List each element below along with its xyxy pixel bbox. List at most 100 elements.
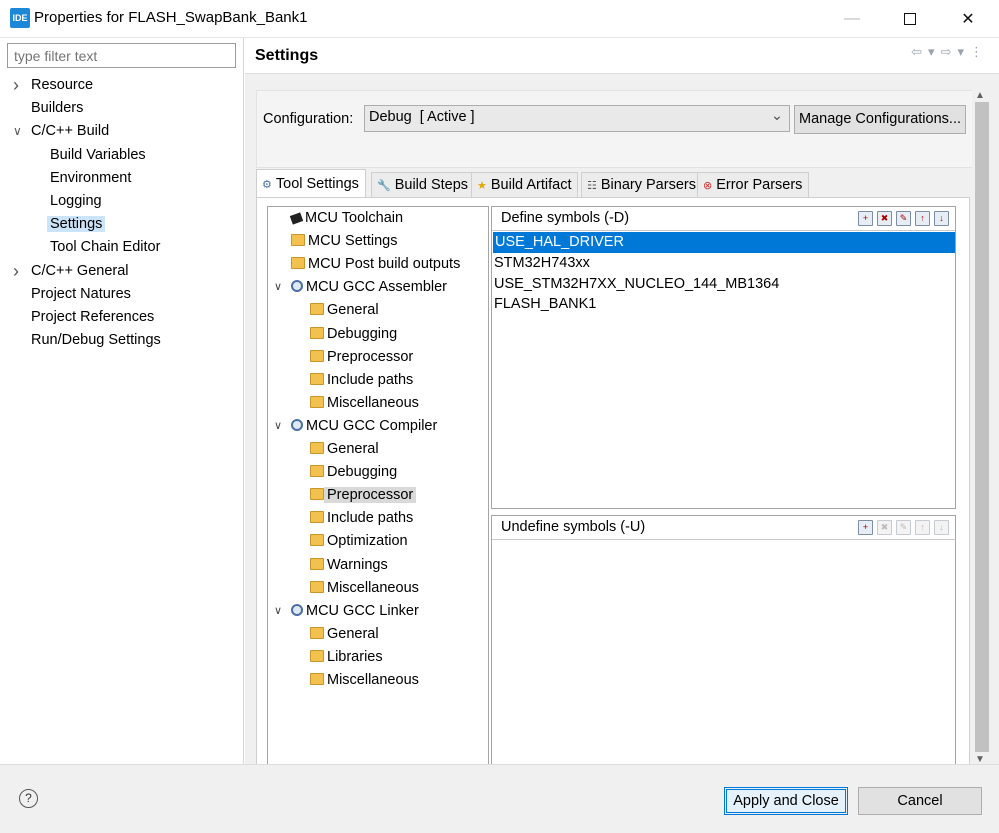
close-button[interactable]: ✕: [945, 4, 991, 34]
nav-item-project-natures[interactable]: Project Natures: [31, 283, 131, 305]
configuration-bar: Configuration: Debug [ Active ] ⌄ Manage…: [256, 90, 974, 168]
folder-icon: [310, 372, 324, 385]
tree-item[interactable]: Miscellaneous: [310, 392, 419, 414]
list-item[interactable]: STM32H743xx: [492, 253, 955, 274]
tab-binary-parsers[interactable]: ☷ Binary Parsers: [581, 172, 703, 198]
nav-item-tool-chain-editor[interactable]: Tool Chain Editor: [50, 236, 160, 258]
delete-icon: ✖: [877, 520, 892, 535]
forward-menu-icon[interactable]: ▾: [957, 44, 970, 59]
configuration-value: Debug [ Active ]: [369, 109, 475, 125]
folder-icon: [310, 580, 324, 593]
tree-item[interactable]: ∨ MCU GCC Linker: [274, 600, 419, 622]
tree-item[interactable]: MCU Settings: [291, 230, 397, 252]
tree-item[interactable]: Preprocessor: [310, 346, 413, 368]
maximize-button[interactable]: [887, 4, 933, 34]
nav-item-c-c-general[interactable]: › C/C++ General: [13, 260, 129, 282]
nav-item-label: C/C++ General: [31, 262, 129, 279]
nav-item-run-debug-settings[interactable]: Run/Debug Settings: [31, 329, 161, 351]
nav-item-project-references[interactable]: Project References: [31, 306, 154, 328]
tree-item-label: Miscellaneous: [327, 394, 419, 411]
tab-build-steps[interactable]: 🔧 Build Steps: [371, 172, 476, 198]
nav-item-environment[interactable]: Environment: [50, 167, 131, 189]
tree-item[interactable]: Libraries: [310, 646, 383, 668]
tree-item[interactable]: ∨ MCU GCC Compiler: [274, 415, 438, 437]
chevron-down-icon[interactable]: ∨: [274, 276, 286, 298]
gear-icon: [291, 418, 303, 431]
tree-item[interactable]: Include paths: [310, 507, 413, 529]
folder-icon: [291, 234, 305, 247]
settings-header: Settings ⇦▾⇨▾⋮: [245, 38, 999, 74]
left-nav-pane: › Resource Builders ∨ C/C++ Build Build Varia…: [0, 38, 244, 764]
tab-error-parsers[interactable]: ⊗ Error Parsers: [697, 172, 810, 198]
edit-icon: ✎: [896, 520, 911, 535]
tree-item[interactable]: Include paths: [310, 369, 413, 391]
folder-icon: [310, 673, 324, 685]
list-item[interactable]: USE_HAL_DRIVER: [493, 232, 955, 253]
nav-item-label: Logging: [50, 193, 102, 209]
chevron-down-icon[interactable]: ∨: [274, 600, 286, 622]
filter-input[interactable]: [7, 43, 236, 68]
tab-label: Binary Parsers: [600, 177, 696, 193]
tree-item[interactable]: Preprocessor: [310, 484, 417, 506]
window-title: Properties for FLASH_SwapBank_Bank1: [34, 9, 308, 26]
list-item[interactable]: USE_STM32H7XX_NUCLEO_144_MB1364: [492, 274, 955, 295]
tree-item-label: Preprocessor: [327, 348, 414, 365]
settings-pane: Settings ⇦▾⇨▾⋮ Configuration: Debug [ Ac…: [245, 38, 999, 766]
nav-item-label: Builders: [31, 100, 84, 117]
tree-item[interactable]: General: [310, 623, 379, 645]
scroll-up-icon[interactable]: ▲: [975, 90, 985, 101]
apply-and-close-button[interactable]: Apply and Close: [724, 787, 848, 815]
nav-item-resource[interactable]: › Resource: [13, 74, 93, 96]
back-icon[interactable]: ⇦: [911, 44, 928, 59]
move-up-icon[interactable]: ↑: [915, 211, 930, 226]
tree-item[interactable]: Miscellaneous: [310, 577, 419, 599]
tree-item[interactable]: Optimization: [310, 530, 408, 552]
chevron-right-icon[interactable]: ›: [13, 74, 25, 96]
tree-item-label: MCU GCC Linker: [306, 602, 419, 619]
nav-item-settings[interactable]: Settings: [47, 213, 106, 235]
nav-item-logging[interactable]: Logging: [50, 190, 102, 212]
chevron-down-icon[interactable]: ∨: [274, 415, 286, 437]
configuration-select[interactable]: Debug [ Active ] ⌄: [364, 105, 790, 132]
delete-icon[interactable]: ✖: [877, 211, 892, 226]
folder-icon: [310, 303, 324, 316]
tree-item[interactable]: General: [310, 438, 379, 460]
tree-item-label: Optimization: [327, 533, 408, 550]
help-icon[interactable]: ?: [19, 789, 38, 808]
chevron-right-icon[interactable]: ›: [13, 260, 25, 282]
tab-tool-settings[interactable]: ⚙ Tool Settings: [256, 169, 366, 198]
app-icon: IDE: [10, 8, 30, 28]
manage-configurations-button[interactable]: Manage Configurations...: [794, 105, 966, 134]
vertical-scrollbar[interactable]: ▲ ▼: [972, 88, 992, 765]
more-icon[interactable]: ⋮: [970, 44, 989, 59]
add-icon[interactable]: +: [858, 520, 873, 535]
tree-item[interactable]: MCU Post build outputs: [291, 253, 460, 275]
add-icon[interactable]: +: [858, 211, 873, 226]
tab-build-artifact[interactable]: ★ Build Artifact: [471, 172, 579, 198]
tab-label: Build Artifact: [490, 177, 572, 193]
back-menu-icon[interactable]: ▾: [928, 44, 941, 59]
tree-item[interactable]: General: [310, 299, 379, 321]
nav-item-build-variables[interactable]: Build Variables: [50, 144, 146, 166]
tree-item[interactable]: ∨ MCU GCC Assembler: [274, 276, 447, 298]
tree-item[interactable]: Debugging: [310, 461, 397, 483]
tree-item[interactable]: Miscellaneous: [310, 669, 419, 691]
tree-item[interactable]: MCU Toolchain: [289, 207, 403, 229]
tree-item-label: Include paths: [327, 371, 414, 388]
cancel-button[interactable]: Cancel: [858, 787, 982, 815]
tree-item-label: MCU GCC Compiler: [306, 417, 438, 434]
tree-item[interactable]: Debugging: [310, 323, 397, 345]
chevron-down-icon[interactable]: ∨: [13, 120, 25, 142]
move-down-icon[interactable]: ↓: [934, 211, 949, 226]
nav-item-label: Settings: [47, 216, 106, 233]
nav-item-builders[interactable]: Builders: [31, 97, 83, 119]
list-item[interactable]: FLASH_BANK1: [492, 294, 955, 315]
forward-icon[interactable]: ⇨: [941, 44, 958, 59]
folder-icon: [310, 557, 324, 570]
scrollbar-thumb[interactable]: [975, 102, 989, 752]
nav-item-c-c-build[interactable]: ∨ C/C++ Build: [13, 120, 109, 142]
edit-icon[interactable]: ✎: [896, 211, 911, 226]
tree-item[interactable]: Warnings: [310, 554, 388, 576]
folder-icon: [310, 349, 324, 362]
minimize-button[interactable]: —: [829, 4, 875, 34]
